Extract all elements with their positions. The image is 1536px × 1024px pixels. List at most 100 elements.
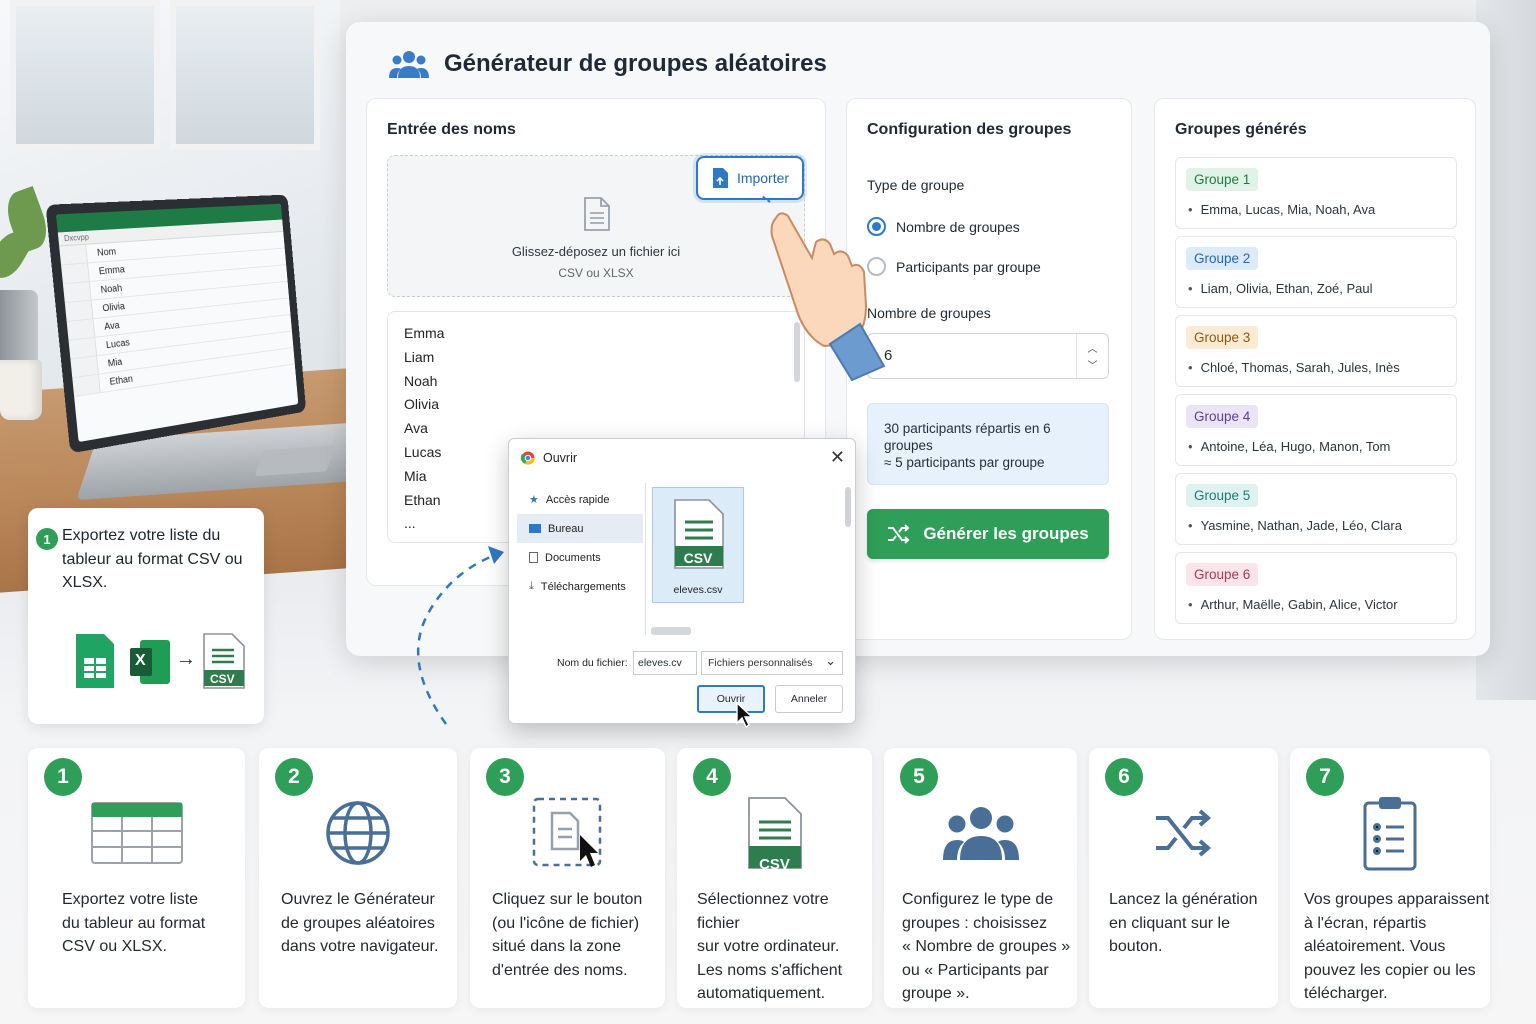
step-icon-wrap [470, 788, 665, 878]
group-badge: Groupe 3 [1186, 326, 1259, 349]
nav-label: Accès rapide [545, 493, 610, 506]
step-text-line: bouton. [1109, 938, 1163, 955]
chevron-down-icon[interactable]: ﹀ [1088, 357, 1098, 372]
group-badge: Groupe 6 [1186, 563, 1259, 586]
filename-input[interactable]: eleves.cv [633, 651, 697, 675]
entry-title: Entrée des noms [387, 121, 516, 138]
step-text-line: de groupes aléatoires [281, 914, 435, 932]
group-badge: Groupe 4 [1186, 405, 1259, 428]
step-text-line: « Nombre de groupes » [902, 938, 1071, 955]
file-name: eleves.csv [673, 584, 723, 596]
group-members: Yasmine, Nathan, Jade, Léo, Clara [1188, 518, 1402, 533]
step-text-line: aléatoirement. Vous [1304, 938, 1446, 955]
groups-title: Groupes générés [1175, 121, 1307, 138]
group-members: Liam, Olivia, Ethan, Zoé, Paul [1188, 281, 1373, 296]
radio-group-count-label: Nombre de groupes [896, 218, 1020, 235]
group-members: Chloé, Thomas, Sarah, Jules, Inès [1188, 360, 1400, 375]
step-text-line: Sélectionnez votre fichier [697, 891, 829, 932]
radio-participants-per-group[interactable]: Participants par groupe [867, 257, 1041, 276]
file-open-dialog: Ouvrir ✕ ★ Accès rapide Bureau Documents … [508, 438, 856, 729]
nav-label: Bureau [548, 522, 584, 535]
cancel-button[interactable]: Anneler [775, 685, 843, 713]
summary-line-1: 30 participants répartis en 6 groupes [884, 421, 1051, 453]
chevron-up-icon[interactable]: ︿ [1088, 340, 1098, 355]
document-icon [529, 552, 538, 563]
step-text-line: (ou l'icône de fichier) [492, 914, 640, 932]
coffee-mug [0, 360, 42, 420]
nav-quick-access[interactable]: ★ Accès rapide [517, 485, 643, 514]
file-item-csv[interactable]: CSV eleves.csv [652, 487, 744, 603]
step-description: Exportez votre liste du tableur au format… [62, 888, 205, 959]
import-button[interactable]: Importer [696, 156, 804, 200]
dropzone-subtext: CSV ou XLSX [558, 266, 634, 280]
group-card: Groupe 6 Arthur, Maëlle, Gabin, Alice, Vi… [1175, 552, 1457, 624]
nav-documents[interactable]: Documents [517, 543, 643, 572]
nav-desktop[interactable]: Bureau [517, 514, 643, 543]
file-upload-icon [712, 168, 728, 188]
group-card: Groupe 4 Antoine, Léa, Hugo, Manon, Tom [1175, 394, 1457, 466]
step-text-line: ou « Participants par [902, 961, 1049, 979]
name-entry: Liam [404, 348, 435, 365]
step-description: Ouvrez le Générateur de groupes aléatoire… [281, 888, 438, 959]
users-icon [942, 807, 1019, 860]
step-text-line: Exportez votre liste [62, 891, 199, 908]
distribution-summary: 30 participants répartis en 6 groupes ≈ … [867, 403, 1109, 485]
spreadsheet-icon [90, 802, 183, 864]
excel-letter: X [135, 652, 146, 669]
group-card: Groupe 5 Yasmine, Nathan, Jade, Léo, Clar… [1175, 473, 1457, 545]
name-entry: Olivia [404, 396, 440, 413]
filename-label: Nom du fichier: [557, 657, 628, 669]
step-card-3: 3 Cliquez sur le bouton (ou l'icône de fic… [470, 748, 665, 1008]
dialog-header: Ouvrir [521, 451, 577, 465]
step-icon-wrap [1089, 788, 1278, 878]
dialog-file-area: CSV eleves.csv [645, 483, 855, 635]
group-card: Groupe 3 Chloé, Thomas, Sarah, Jules, Inè… [1175, 315, 1457, 387]
name-entry: Noah [404, 372, 438, 389]
step-icon-wrap [259, 788, 457, 878]
group-card: Groupe 1 Emma, Lucas, Mia, Noah, Ava [1175, 157, 1457, 229]
dialog-horizontal-scrollbar[interactable] [651, 627, 691, 635]
step-text-line: Cliquez sur le bouton [492, 891, 643, 908]
desktop-icon [529, 524, 541, 533]
download-icon: ⤓ [529, 580, 534, 592]
chrome-icon [521, 451, 535, 465]
step-icon-wrap: CSV [677, 788, 872, 878]
step-text-line: Ouvrez le Générateur [281, 891, 435, 908]
step-description: Vos groupes apparaissent à l'écran, répar… [1304, 888, 1489, 1006]
document-icon [584, 197, 610, 231]
nav-downloads[interactable]: ⤓ Téléchargements [517, 572, 643, 601]
step-text-line: automatiquement. [697, 985, 826, 1002]
radio-participants-label: Participants par groupe [896, 258, 1041, 275]
close-icon[interactable]: ✕ [830, 447, 845, 468]
generate-groups-button[interactable]: Générer les groupes [867, 509, 1109, 559]
config-title: Configuration des groupes [867, 121, 1072, 138]
nav-label: Documents [545, 551, 601, 564]
shuffle-icon [1155, 809, 1211, 857]
step-icon-wrap [884, 788, 1077, 878]
group-count-stepper[interactable]: 6 ︿ ﹀ [867, 333, 1109, 379]
dropzone-text: Glissez-déposez un fichier ici [511, 244, 681, 259]
dialog-scrollbar[interactable] [845, 487, 851, 527]
step-card-7: 7 Vos groupes apparaissent à l'écran, répa… [1290, 748, 1490, 1008]
app-header: Générateur de groupes aléatoires [388, 48, 827, 80]
step-text-line: groupes : choisissez [902, 914, 1047, 932]
dialog-sidebar: ★ Accès rapide Bureau Documents ⤓ Téléchar… [517, 485, 643, 637]
step-text-line: d'entrée des noms. [492, 961, 628, 979]
step-text-line: télécharger. [1304, 985, 1388, 1002]
step-card-5: 5 Configurez le type de groupes : choisiss… [884, 748, 1077, 1008]
step-text-line: situé dans la zone [492, 938, 621, 955]
file-type-select[interactable]: Fichiers personnalisés [701, 651, 843, 675]
group-type-label: Type de groupe [867, 177, 965, 193]
dialog-title: Ouvrir [543, 451, 578, 465]
step-card-1: 1 Exportez votre liste du tableur au forma… [28, 748, 245, 1008]
import-label: Importer [736, 170, 790, 186]
step-text-line: dans votre navigateur. [281, 938, 439, 955]
hand-pointer-icon [761, 196, 886, 382]
step-text-line: sur votre ordinateur. [697, 938, 840, 955]
arrow-right-icon: → [176, 648, 196, 670]
step-description: Cliquez sur le bouton (ou l'icône de fich… [492, 888, 642, 982]
nav-label: Téléchargements [540, 580, 626, 593]
summary-line-2: ≈ 5 participants par groupe [884, 455, 1045, 470]
step-description: Configurez le type de groupes : choisisse… [902, 888, 1070, 1006]
users-icon [389, 51, 429, 78]
